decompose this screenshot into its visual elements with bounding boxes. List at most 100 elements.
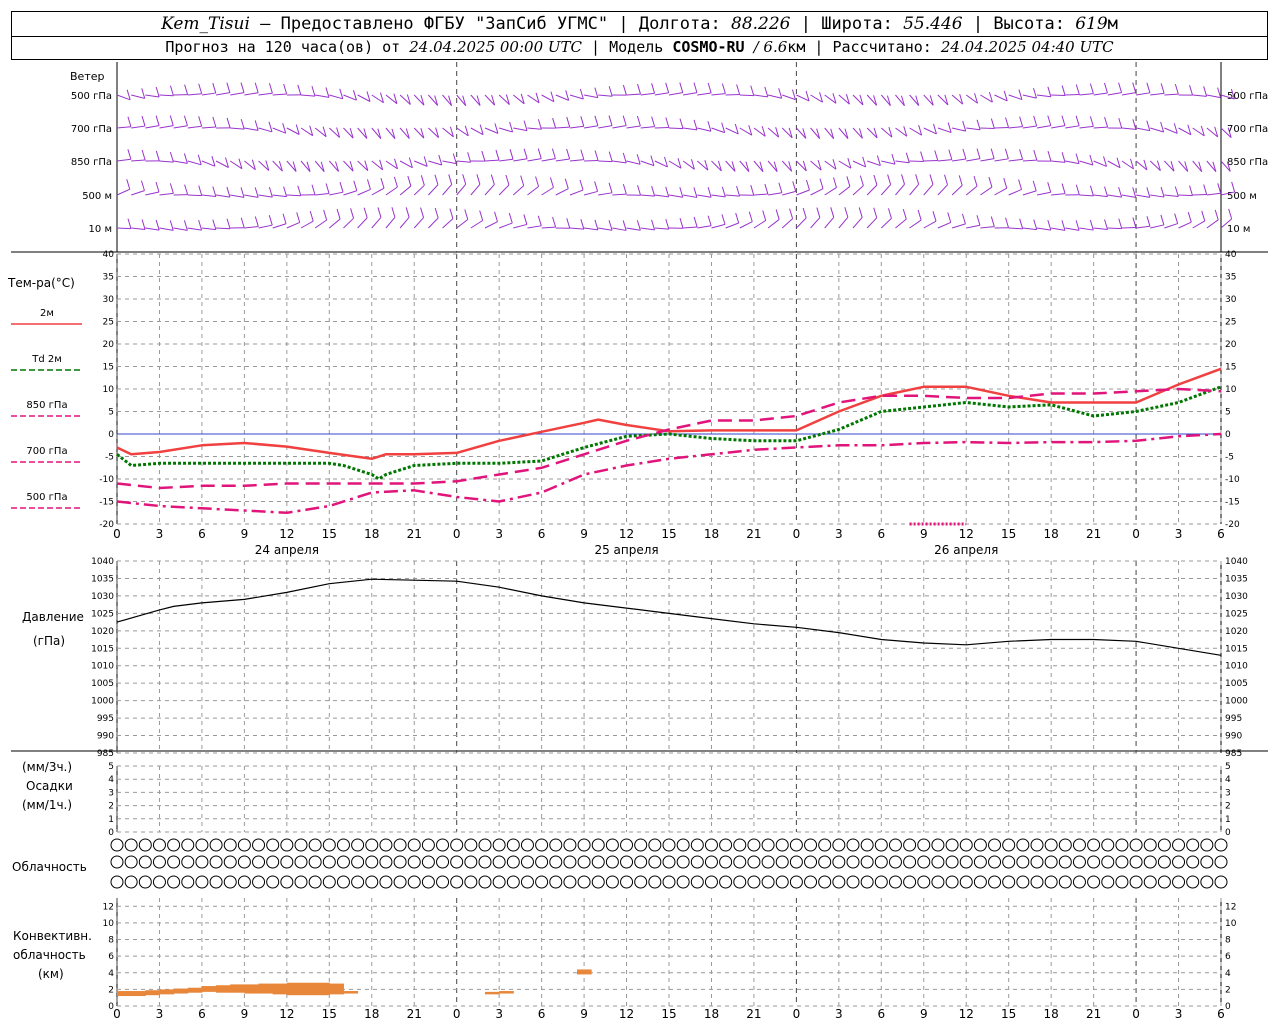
wind-barb-flag	[212, 82, 217, 94]
wind-barb-flag	[212, 116, 217, 128]
wind-barb-flag	[948, 149, 953, 160]
wind-barb	[442, 218, 454, 229]
wind-barb-flag	[380, 177, 385, 189]
cloud-cover-circle	[223, 838, 237, 852]
wind-barb	[329, 94, 343, 100]
wind-barb-flag	[420, 175, 425, 186]
wind-barb	[824, 187, 837, 196]
wind-barb	[598, 94, 613, 97]
wind-barb-flag	[579, 88, 584, 100]
cloud-cover-circle	[1002, 875, 1016, 889]
wind-barb	[1008, 94, 1023, 101]
wind-barb-flag	[283, 186, 288, 197]
cloud-cover-circle	[634, 855, 648, 869]
cloud-cover-circle	[1101, 855, 1115, 869]
wind-barb-flag	[551, 148, 556, 159]
cloud-cover-circle	[1200, 855, 1214, 869]
wind-barb-flag	[876, 155, 881, 166]
time-tick-label-bottom: 3	[835, 1007, 843, 1021]
wind-barb-flag	[990, 216, 995, 227]
wind-barb	[767, 94, 782, 99]
wind-barb	[541, 187, 554, 196]
wind-barb-flag	[846, 176, 851, 187]
y-tick-label-left: 4	[108, 969, 114, 979]
cloud-cover-circle	[903, 875, 917, 889]
time-tick-label: 6	[877, 527, 885, 541]
wind-barb-flag	[707, 187, 712, 198]
wind-barb-flag	[467, 152, 472, 163]
time-tick-label: 6	[198, 527, 206, 541]
cloud-cover-circle	[1129, 855, 1143, 869]
time-tick-label-bottom: 9	[580, 1007, 588, 1021]
wind-barb-flag	[141, 115, 146, 127]
wind-barb	[1093, 227, 1108, 230]
wind-barb	[470, 220, 483, 229]
wind-barb-flag	[988, 176, 993, 188]
y-tick-label-right: 2	[1225, 985, 1231, 995]
wind-barb	[966, 127, 981, 131]
convective-bar	[145, 990, 160, 996]
wind-barb	[1150, 127, 1164, 133]
wind-barb	[796, 217, 807, 229]
cloud-cover-circle	[789, 855, 803, 869]
wind-barb-flag	[1004, 148, 1009, 159]
wind-barb-flag	[1203, 184, 1208, 195]
wind-barb-flag	[1061, 85, 1066, 96]
wind-barb	[1150, 92, 1165, 96]
wind-barb	[739, 94, 754, 97]
cloud-cover-circle	[690, 838, 704, 852]
wind-barb	[315, 94, 330, 98]
time-tick-label-bottom: 15	[661, 1007, 676, 1021]
cloud-cover-circle	[719, 838, 733, 852]
time-tick-label-bottom: 21	[1086, 1007, 1101, 1021]
time-tick-label: 0	[113, 527, 121, 541]
wind-barb	[626, 160, 641, 165]
cloud-cover-circle	[266, 838, 280, 852]
wind-barb-flag	[1003, 178, 1008, 189]
wind-barb	[201, 92, 216, 96]
y-tick-label-left: 30	[103, 295, 115, 305]
wind-barb-flag	[778, 88, 783, 99]
y-tick-label-right: 1025	[1225, 609, 1248, 619]
wind-barb-flag	[636, 154, 641, 165]
wind-barb-flag	[665, 82, 670, 93]
wind-barb-flag	[226, 186, 231, 198]
cloud-cover-circle	[436, 838, 450, 852]
y-tick-label-right: 5	[1225, 408, 1231, 418]
y-tick-label-right: -10	[1225, 475, 1240, 485]
y-tick-label-left: 0	[108, 1002, 114, 1012]
wind-barb	[810, 188, 824, 196]
wind-barb-flag	[651, 83, 656, 94]
y-tick-label-right: 30	[1225, 295, 1237, 305]
time-tick-label-bottom: 0	[1132, 1007, 1140, 1021]
wind-barb	[116, 158, 131, 162]
wind-barb-flag	[833, 177, 837, 188]
wind-barb-flag	[762, 210, 767, 221]
wind-barb-flag	[844, 207, 849, 218]
cloud-cover-circle	[336, 875, 350, 889]
wind-barb	[711, 127, 725, 134]
wind-barb-flag	[764, 183, 769, 195]
wind-barb	[442, 184, 453, 196]
convective-bar	[499, 991, 514, 994]
wind-barb-flag	[1089, 83, 1094, 94]
wind-barb	[640, 227, 655, 231]
wind-barb-flag	[721, 214, 726, 225]
wind-barb-flag	[1089, 154, 1094, 166]
time-tick-label-bottom: 21	[407, 1007, 422, 1021]
wind-barb-flag	[873, 174, 878, 186]
y-tick-label-right: 1005	[1225, 679, 1248, 689]
wind-barb	[1022, 125, 1037, 129]
wind-barb	[640, 126, 655, 129]
cloud-cover-circle	[195, 875, 209, 889]
wind-barb	[584, 227, 599, 231]
y-tick-label-left: 2	[108, 985, 114, 995]
wind-barb	[215, 92, 230, 96]
wind-barb	[385, 186, 398, 196]
wind-barb-flag	[1061, 115, 1066, 126]
wind-barb-flag	[240, 187, 245, 198]
wind-barb-flag	[127, 149, 132, 160]
time-tick-label: 0	[1132, 527, 1140, 541]
wind-barb-flag	[240, 118, 245, 130]
wind-barb-flag	[594, 115, 599, 126]
